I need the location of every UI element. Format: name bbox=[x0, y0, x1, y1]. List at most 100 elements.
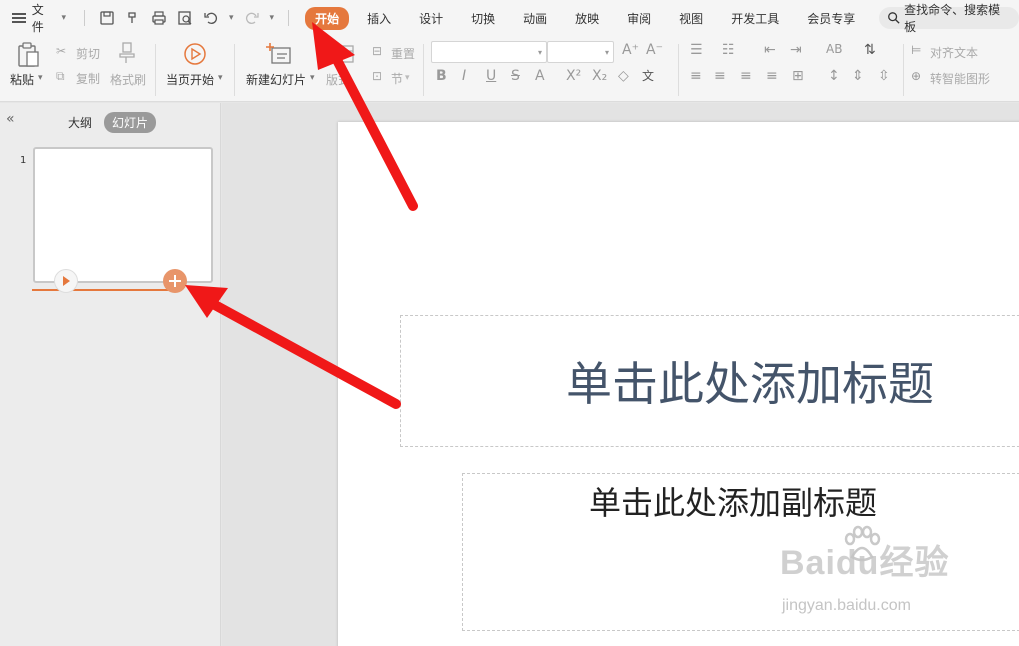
section-dropdown-icon[interactable]: ▾ bbox=[405, 73, 410, 83]
save-icon[interactable] bbox=[99, 10, 115, 26]
divider bbox=[288, 10, 290, 26]
tab-2[interactable]: 设计 bbox=[409, 7, 453, 30]
subscript-icon[interactable]: X₂ bbox=[592, 68, 607, 84]
italic-icon[interactable]: I bbox=[462, 68, 466, 84]
increase-font-icon[interactable]: A⁺ bbox=[622, 42, 639, 58]
align-right-icon[interactable]: ≡ bbox=[740, 68, 752, 84]
baidu-jingyan-watermark: Baidu经验 jingyan.baidu.com bbox=[780, 525, 949, 614]
line-spacing-icon[interactable]: ↕ bbox=[828, 68, 840, 84]
subtitle-placeholder-text: 单击此处添加副标题 bbox=[589, 484, 878, 522]
file-menu-label: 文件 bbox=[31, 3, 44, 34]
watermark-url-text: jingyan.baidu.com bbox=[782, 597, 911, 614]
numbered-list-icon[interactable]: ☷ bbox=[722, 42, 735, 58]
phonetic-guide-icon[interactable]: 文 bbox=[642, 67, 654, 84]
title-placeholder-text: 单击此处添加标题 bbox=[566, 357, 934, 411]
divider bbox=[678, 44, 679, 96]
chevron-down-icon: ▾ bbox=[537, 48, 542, 57]
layout-button[interactable]: 版式 bbox=[326, 71, 350, 88]
align-text-button[interactable]: 对齐文本 bbox=[930, 44, 978, 61]
tab-outline[interactable]: 大纲 bbox=[60, 112, 100, 133]
superscript-icon[interactable]: X² bbox=[566, 68, 581, 84]
new-slide-icon[interactable] bbox=[266, 42, 292, 66]
slide-thumbnail[interactable] bbox=[33, 147, 213, 283]
section-icon[interactable]: ⊡ bbox=[372, 69, 382, 83]
bullet-list-icon[interactable]: ☰ bbox=[690, 42, 703, 58]
cut-button[interactable]: 剪切 bbox=[76, 45, 100, 62]
divider bbox=[423, 44, 424, 96]
tab-7[interactable]: 视图 bbox=[669, 7, 713, 30]
paste-icon[interactable] bbox=[16, 42, 40, 68]
text-direction-icon[interactable]: ⇳ bbox=[878, 68, 890, 84]
align-left-icon[interactable]: ≡ bbox=[690, 68, 702, 84]
insert-position-line bbox=[32, 289, 177, 291]
justify-icon[interactable]: ≡ bbox=[766, 68, 778, 84]
distribute-icon[interactable]: ⊞ bbox=[792, 68, 804, 84]
decrease-indent-icon[interactable]: ⇤ bbox=[764, 42, 776, 58]
collapse-pane-icon[interactable]: « bbox=[6, 111, 15, 127]
copy-icon[interactable]: ⧉ bbox=[56, 69, 65, 84]
quick-access-toolbar: ▾ ▾ bbox=[80, 10, 293, 26]
convert-smartart-button[interactable]: 转智能图形 bbox=[930, 70, 990, 87]
undo-dropdown-icon[interactable]: ▾ bbox=[229, 13, 234, 23]
file-menu[interactable]: 文件 ▾ bbox=[12, 1, 66, 35]
tab-0[interactable]: 开始 bbox=[305, 6, 350, 30]
tab-1[interactable]: 插入 bbox=[357, 7, 401, 30]
sort-icon[interactable]: ⇅ bbox=[864, 42, 876, 58]
ribbon-tabs: 开始 插入 设计 切换 动画 放映 审阅 视图 开发工具 会员专享 bbox=[305, 6, 873, 30]
command-search[interactable]: 查找命令、搜索模板 bbox=[879, 3, 1019, 34]
underline-icon[interactable]: U bbox=[486, 68, 496, 84]
customize-toolbar-icon[interactable]: ▾ bbox=[270, 13, 275, 23]
play-slideshow-icon[interactable] bbox=[183, 42, 207, 66]
play-dropdown-icon[interactable]: ▾ bbox=[218, 73, 223, 83]
paragraph-spacing-icon[interactable]: ⇕ bbox=[852, 68, 864, 84]
tab-5[interactable]: 放映 bbox=[565, 7, 609, 30]
bold-icon[interactable]: B bbox=[436, 68, 447, 84]
tab-3[interactable]: 切换 bbox=[461, 7, 505, 30]
font-color-icon[interactable]: A bbox=[535, 68, 545, 84]
print-icon[interactable] bbox=[151, 10, 167, 26]
search-label: 查找命令、搜索模板 bbox=[904, 3, 1001, 34]
font-family-select[interactable]: ▾ bbox=[431, 41, 547, 63]
increase-indent-icon[interactable]: ⇥ bbox=[790, 42, 802, 58]
format-brush-icon[interactable] bbox=[125, 10, 141, 26]
format-painter-icon[interactable] bbox=[118, 42, 136, 64]
decrease-font-icon[interactable]: A⁻ bbox=[646, 42, 663, 58]
layout-icon[interactable] bbox=[334, 45, 354, 63]
print-preview-icon[interactable] bbox=[177, 10, 193, 26]
section-button[interactable]: 节 bbox=[391, 70, 403, 87]
divider bbox=[234, 44, 235, 96]
redo-icon[interactable] bbox=[244, 10, 260, 26]
tab-slides[interactable]: 幻灯片 bbox=[104, 112, 157, 133]
smartart-icon[interactable]: ⊕ bbox=[911, 69, 921, 83]
reset-button[interactable]: 重置 bbox=[391, 45, 415, 62]
undo-icon[interactable] bbox=[203, 10, 219, 26]
new-slide-dropdown-icon[interactable]: ▾ bbox=[310, 73, 315, 83]
paste-button[interactable]: 粘贴 bbox=[10, 71, 34, 88]
title-placeholder[interactable]: 单击此处添加标题 bbox=[400, 315, 1019, 447]
align-center-icon[interactable]: ≡ bbox=[714, 68, 726, 84]
format-painter-button[interactable]: 格式刷 bbox=[110, 71, 146, 88]
tab-8[interactable]: 开发工具 bbox=[721, 7, 789, 30]
font-size-select[interactable]: ▾ bbox=[547, 41, 614, 63]
play-slide-button[interactable] bbox=[54, 269, 78, 293]
play-from-current-button[interactable]: 当页开始 bbox=[166, 71, 214, 88]
divider bbox=[155, 44, 156, 96]
chevron-down-icon: ▾ bbox=[604, 48, 609, 57]
paste-dropdown-icon[interactable]: ▾ bbox=[38, 73, 43, 83]
search-icon bbox=[888, 12, 900, 24]
hamburger-icon bbox=[12, 13, 26, 23]
align-text-icon[interactable]: ⊨ bbox=[911, 43, 921, 57]
cut-icon[interactable]: ✂ bbox=[56, 44, 66, 58]
menu-bar: 文件 ▾ ▾ ▾ 开始 插入 设计 切换 动画 放映 审阅 视图 开发工具 会员… bbox=[0, 0, 1019, 36]
tab-4[interactable]: 动画 bbox=[513, 7, 557, 30]
add-slide-button[interactable] bbox=[163, 269, 187, 293]
text-case-icon[interactable]: AB bbox=[826, 42, 842, 56]
copy-button[interactable]: 复制 bbox=[76, 70, 100, 87]
slide-number: 1 bbox=[20, 155, 27, 166]
eraser-icon[interactable]: ◇ bbox=[618, 68, 629, 84]
tab-6[interactable]: 审阅 bbox=[617, 7, 661, 30]
strikethrough-icon[interactable]: S bbox=[511, 68, 520, 84]
tab-9[interactable]: 会员专享 bbox=[797, 7, 865, 30]
new-slide-button[interactable]: 新建幻灯片 bbox=[246, 71, 306, 88]
reset-icon[interactable]: ⊟ bbox=[372, 44, 382, 58]
